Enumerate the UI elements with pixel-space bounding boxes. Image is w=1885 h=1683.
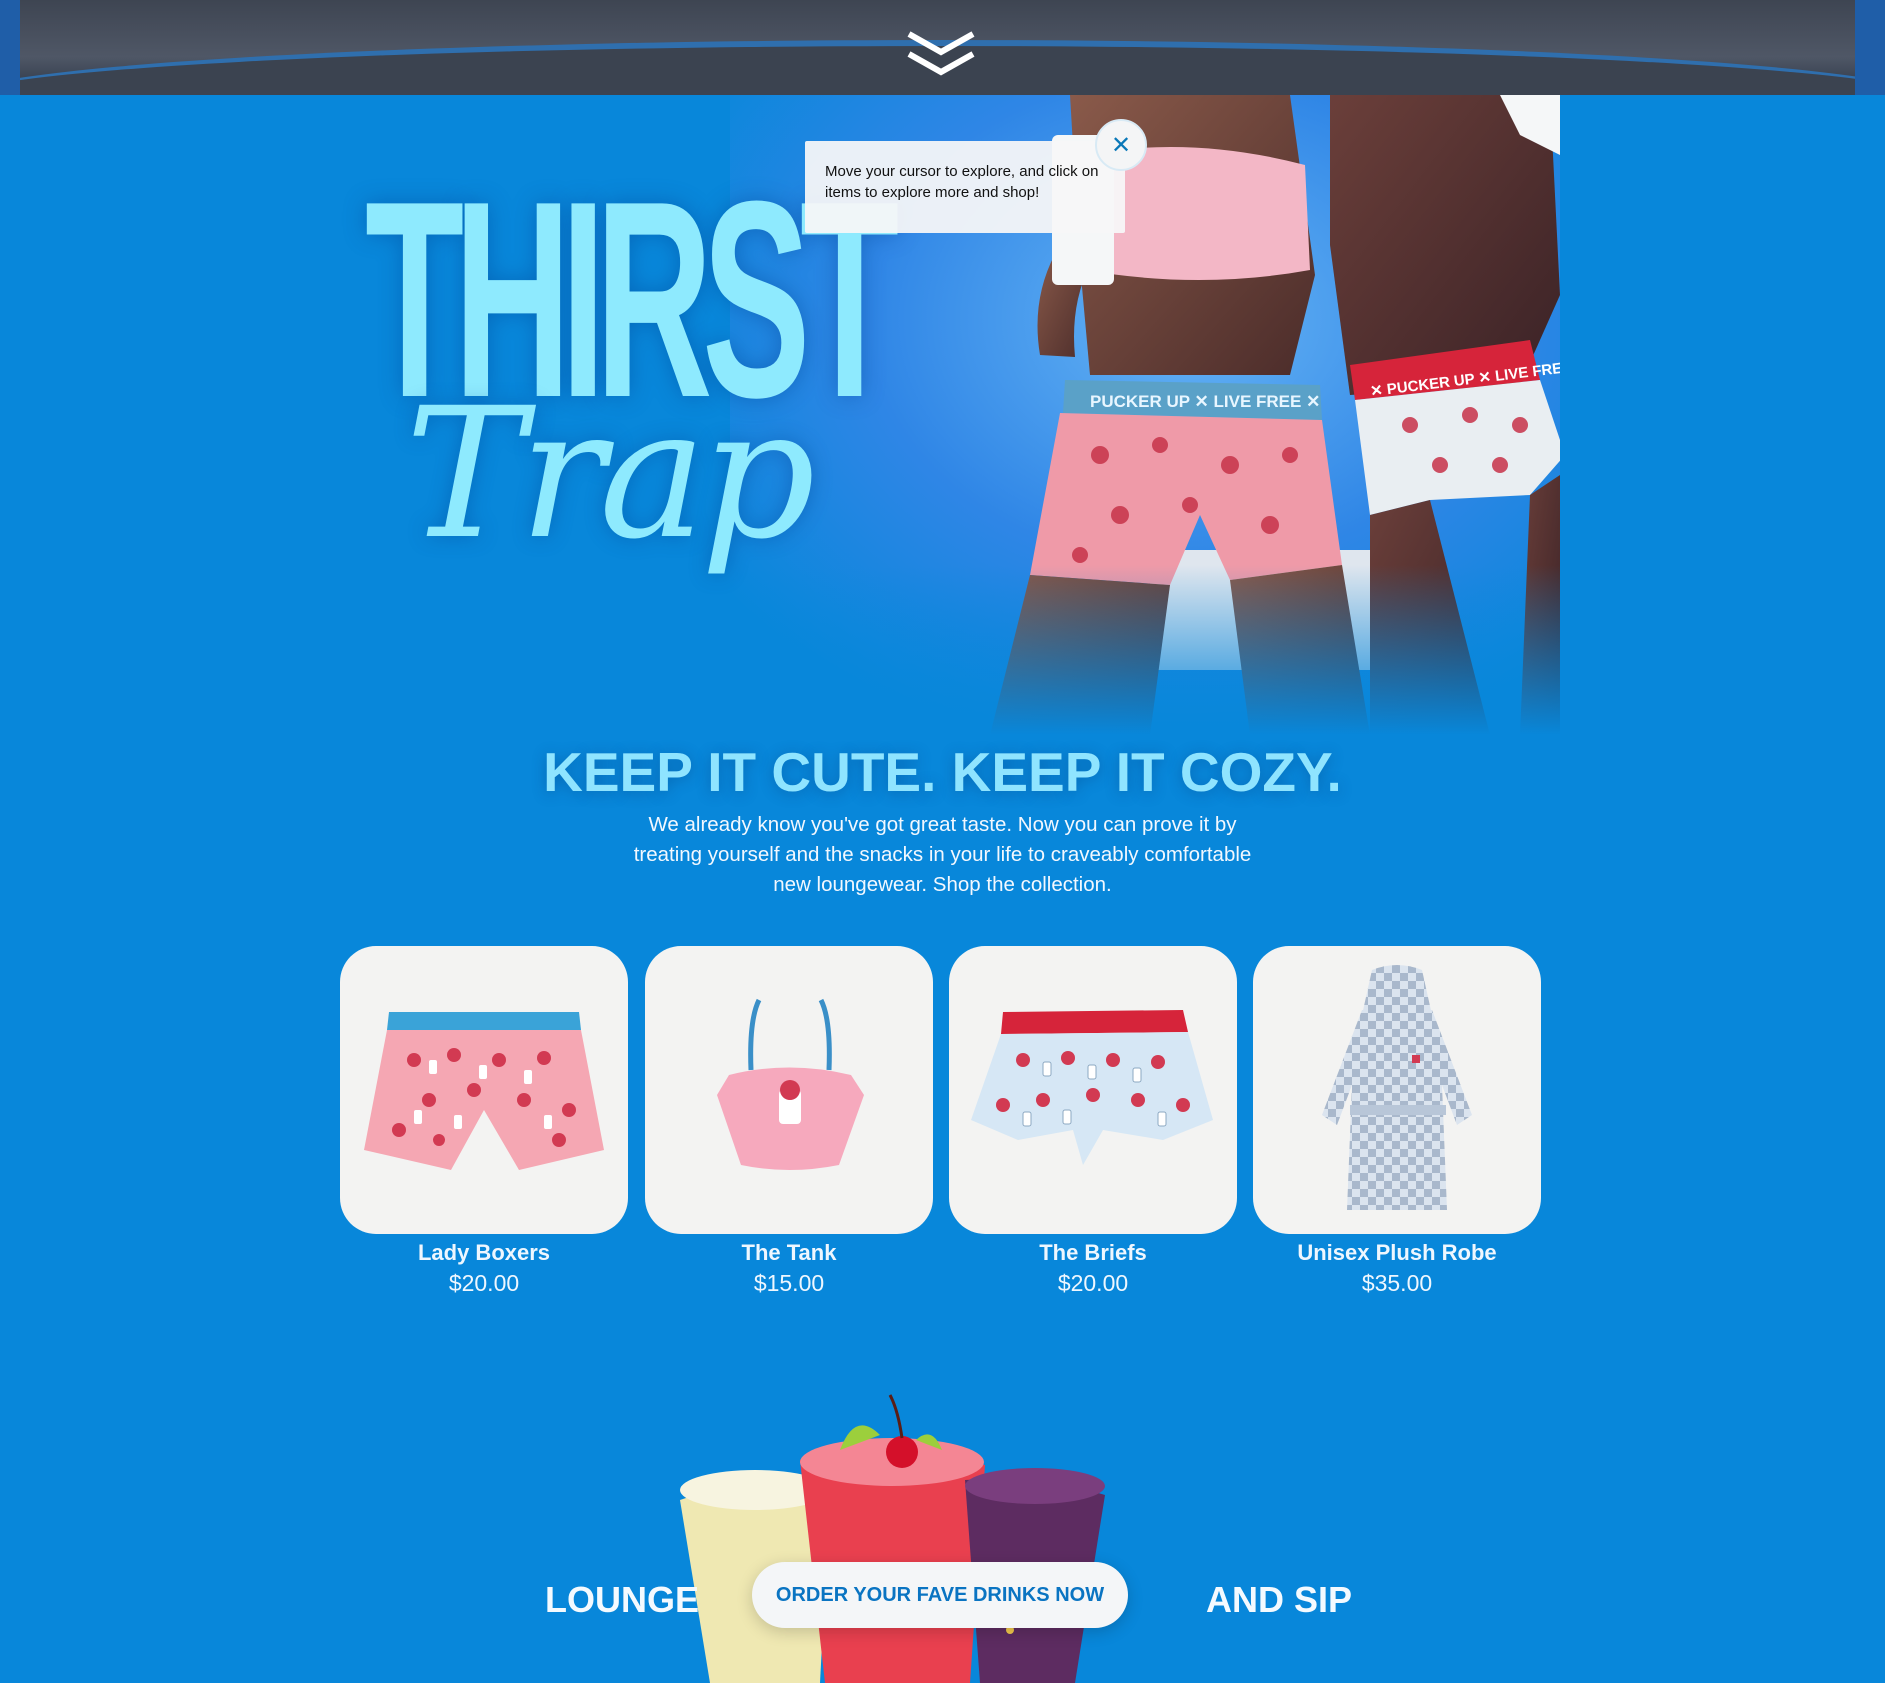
product-card-lady-boxers[interactable]: Lady Boxers $20.00	[340, 946, 628, 1298]
product-card-briefs[interactable]: The Briefs $20.00	[949, 946, 1237, 1298]
photo-bottom-fade	[730, 565, 1560, 735]
product-price: $35.00	[1361, 1270, 1433, 1296]
product-name[interactable]: Unisex Plush Robe	[1253, 1238, 1541, 1268]
tank-top-image	[717, 998, 864, 1170]
lady-boxers-image	[364, 1012, 604, 1170]
product-name[interactable]: Lady Boxers	[340, 1238, 628, 1268]
product-name[interactable]: The Tank	[645, 1238, 933, 1268]
tooltip-close-button[interactable]: ✕	[1095, 119, 1147, 171]
scroll-down-chevron-icon[interactable]	[906, 30, 976, 80]
product-price: $20.00	[1057, 1270, 1129, 1296]
and-sip-text: AND SIP	[1206, 1579, 1353, 1620]
briefs-image	[971, 1010, 1213, 1165]
product-card-tank[interactable]: The Tank $15.00	[645, 946, 933, 1298]
section-headline: KEEP IT CUTE. KEEP IT COZY.	[543, 741, 1342, 803]
close-icon: ✕	[1110, 131, 1132, 159]
lounge-text: LOUNGE	[545, 1579, 700, 1620]
product-card-robe[interactable]: Unisex Plush Robe $35.00	[1253, 946, 1541, 1298]
robe-image	[1322, 965, 1472, 1210]
rail-left	[0, 0, 20, 95]
product-name[interactable]: The Briefs	[949, 1238, 1237, 1268]
logo-trap-word: Trap	[405, 370, 816, 579]
section-body-copy: We already know you've got great taste. …	[633, 813, 1252, 896]
tooltip-text: Move your cursor to explore, and click o…	[825, 163, 1099, 201]
product-image-card[interactable]	[645, 946, 933, 1234]
rail-right	[1855, 0, 1885, 95]
product-grid: Lady Boxers $20.00 The Tank $15.00 The B…	[340, 946, 1541, 1306]
order-drinks-button[interactable]: ORDER YOUR FAVE DRINKS NOW	[752, 1562, 1128, 1628]
waistband-text-left: PUCKER UP ✕ LIVE FREE ✕	[1090, 392, 1320, 411]
thirst-trap-logo: THIRST Trap	[365, 160, 899, 735]
product-price: $20.00	[448, 1270, 520, 1296]
product-price: $15.00	[753, 1270, 825, 1296]
drinks-cups-image	[680, 1394, 1105, 1683]
drinks-section	[530, 1390, 1360, 1683]
explore-tooltip: Move your cursor to explore, and click o…	[805, 141, 1125, 233]
product-image-card[interactable]	[340, 946, 628, 1234]
product-image-card[interactable]	[949, 946, 1237, 1234]
product-image-card[interactable]	[1253, 946, 1541, 1234]
